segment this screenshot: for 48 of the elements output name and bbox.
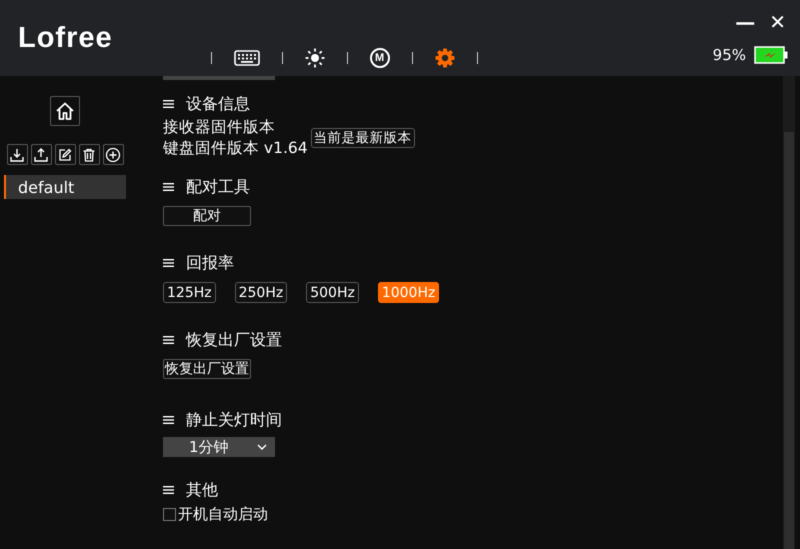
edit-button[interactable] [54,144,76,165]
rate-option[interactable]: 125Hz [163,282,216,303]
caret-icon [257,444,267,450]
brightness-tab[interactable] [304,48,325,68]
action-button[interactable]: 配对 [163,206,251,226]
profile-item[interactable]: default [4,175,126,199]
plus-icon [105,146,121,162]
edit-icon [58,148,72,162]
scrollbar[interactable] [783,76,795,549]
home-button[interactable] [50,96,80,126]
action-button[interactable]: 恢复出厂设置 [163,359,251,379]
firmware-label: 键盘固件版本 v1.64 [163,138,308,159]
logo: Lofree [18,21,113,56]
dropdown-field[interactable] [163,76,275,80]
import-button[interactable] [6,144,28,165]
section-title: 配对工具 [186,176,250,198]
checkbox[interactable] [163,508,176,521]
battery-charging-icon [754,46,788,64]
download-icon [10,148,24,162]
section-title: 静止关灯时间 [186,410,282,430]
close-button[interactable]: ✕ [767,10,788,34]
time-dropdown[interactable]: 1分钟 [163,437,275,457]
list-icon [163,416,174,424]
trash-icon [82,148,96,162]
section-title: 恢复出厂设置 [186,330,282,350]
rate-option[interactable]: 500Hz [306,282,359,303]
firmware-label: 接收器固件版本 [163,117,276,138]
settings-tab[interactable] [434,48,455,68]
status-button[interactable]: 当前是最新版本 [310,128,415,148]
list-icon [163,259,174,267]
rate-option[interactable]: 250Hz [234,282,288,303]
list-icon [163,183,174,191]
add-button[interactable] [102,144,124,165]
upload-icon [34,148,48,162]
list-icon [163,336,174,344]
section-title: 其他 [186,480,218,500]
home-icon [55,101,75,121]
delete-button[interactable] [78,144,100,165]
export-button[interactable] [30,144,52,165]
list-icon [163,100,174,108]
section-title: 设备信息 [186,94,250,114]
section-title: 回报率 [186,252,234,274]
minimize-button[interactable]: — [733,10,758,34]
keyboard-tab[interactable] [234,50,260,66]
macro-tab[interactable]: M [370,48,390,68]
list-icon [163,486,174,494]
checkbox-label: 开机自动启动 [178,505,268,524]
battery-percent: 95% [712,46,746,64]
